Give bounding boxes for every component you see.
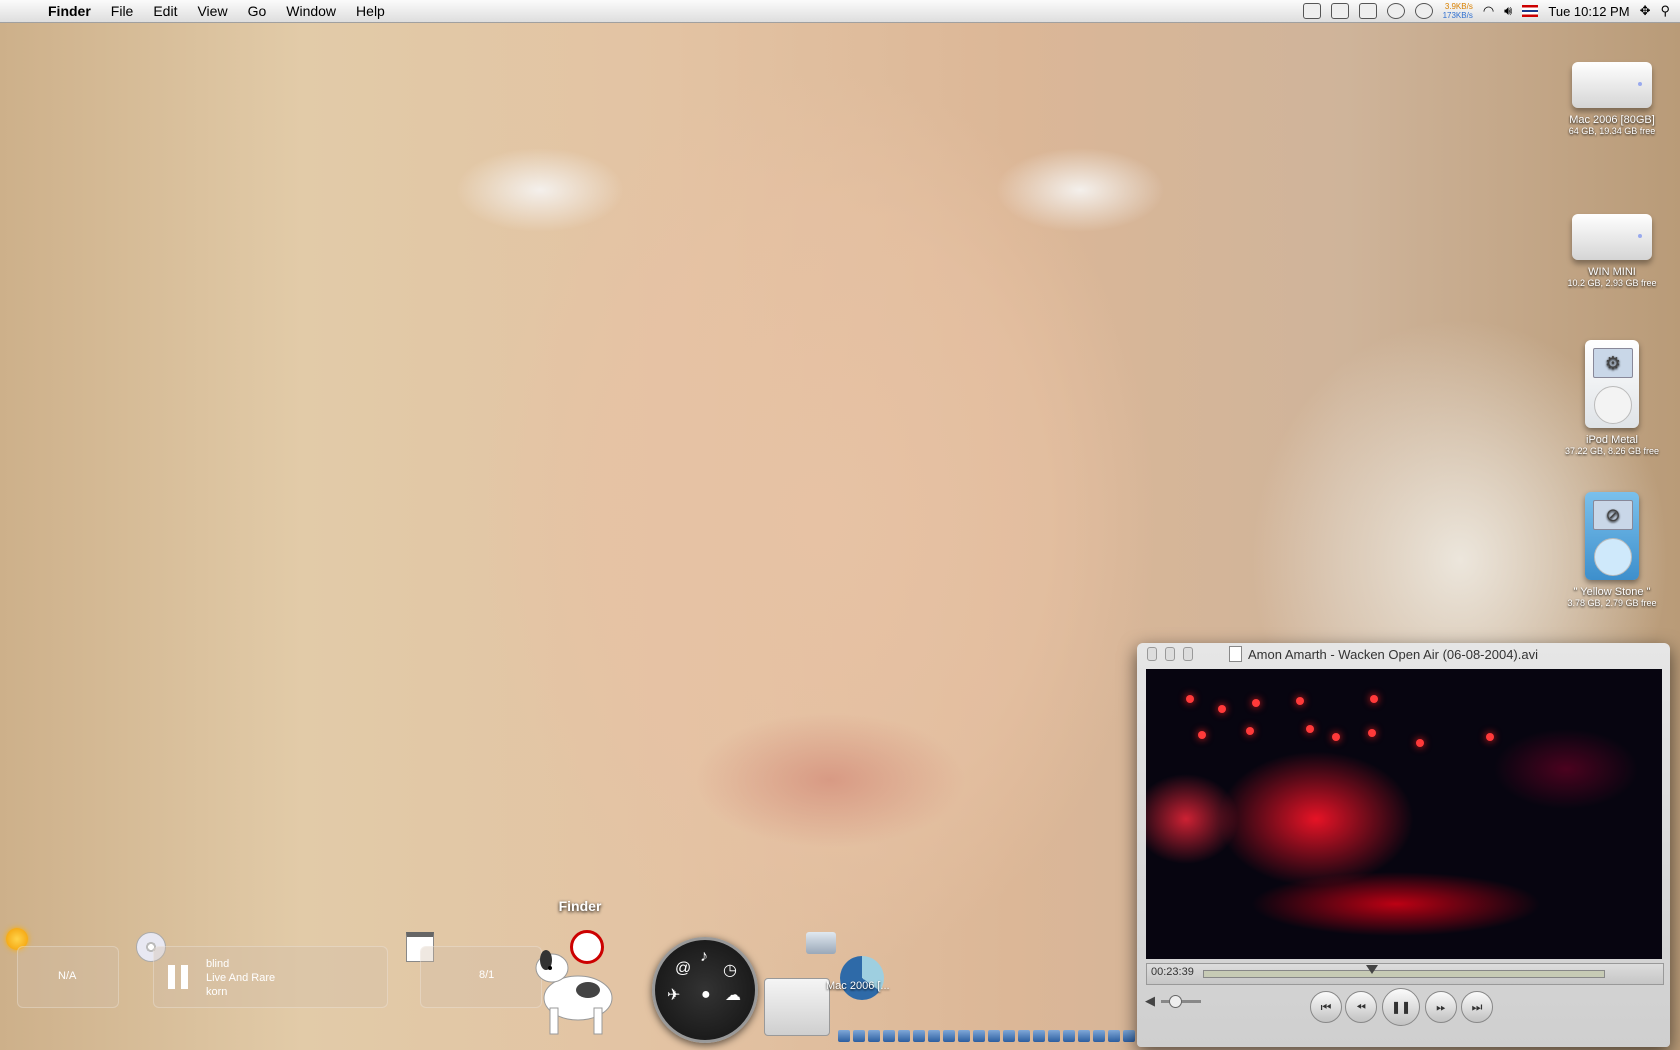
icon-label: WIN MINI	[1588, 266, 1636, 278]
close-button[interactable]	[1147, 647, 1157, 661]
menu-bar: Finder File Edit View Go Window Help 3.9…	[0, 0, 1680, 23]
input-flag-icon[interactable]	[1522, 5, 1539, 17]
desktop-icon-mac2006[interactable]: Mac 2006 [80GB] 64 GB, 19.34 GB free	[1547, 62, 1677, 136]
menu-file[interactable]: File	[101, 3, 144, 19]
zoom-button[interactable]	[1183, 647, 1193, 661]
pause-button[interactable]: ❚❚	[1382, 988, 1420, 1026]
menu-extra-network-icon[interactable]	[1358, 3, 1377, 19]
minimize-button[interactable]	[1165, 647, 1175, 661]
video-player-window: Amon Amarth - Wacken Open Air (06-08-200…	[1137, 643, 1670, 1047]
dock-app-icon[interactable]	[958, 1030, 970, 1042]
album-name: Live And Rare	[206, 972, 276, 984]
itunes-widget: blind Live And Rare korn	[153, 946, 388, 1008]
weather-temp: N/A	[58, 970, 77, 982]
speaker-icon: ◀︎	[1145, 993, 1155, 1008]
volume-slider[interactable]	[1161, 995, 1201, 1008]
dock-app-icon[interactable]	[898, 1030, 910, 1042]
menu-extra-circle-icon[interactable]	[1386, 3, 1405, 19]
menu-extra-chat-icon[interactable]	[1414, 3, 1433, 19]
menu-help[interactable]: Help	[346, 3, 395, 19]
desktop-icon-yellow-stone[interactable]: ⊘ " Yellow Stone " 3.78 GB, 2.79 GB free	[1547, 492, 1677, 608]
dock-app-icon[interactable]	[1003, 1030, 1015, 1042]
spotlight-icon[interactable]: ⚲	[1660, 3, 1670, 19]
timecode: 00:23:39	[1151, 966, 1194, 978]
ipod-icon: ⚙	[1585, 340, 1639, 428]
desktop-icon-win-mini[interactable]: WIN MINI 10.2 GB, 2.93 GB free	[1547, 214, 1677, 288]
hard-drive-icon	[1572, 214, 1652, 260]
dock-app-icon[interactable]	[928, 1030, 940, 1042]
window-title-text: Amon Amarth - Wacken Open Air (06-08-200…	[1248, 646, 1538, 662]
dock-tooltip-finder: Finder	[558, 898, 602, 914]
scrubber-playhead[interactable]	[1366, 965, 1378, 974]
ipod-mini-icon: ⊘	[1585, 492, 1639, 580]
dashboard-icon[interactable]: @ ♪ ◷ ✈ ☁ ●	[652, 937, 758, 1043]
icon-label: Mac 2006 [80GB]	[1569, 114, 1655, 126]
document-icon	[1229, 646, 1242, 662]
dock-app-icon[interactable]	[853, 1030, 865, 1042]
concert-stage-video	[1146, 669, 1662, 959]
menu-finder[interactable]: Finder	[38, 3, 101, 19]
calendar-widget[interactable]: 8/1	[420, 946, 542, 1008]
icon-sublabel: 37.22 GB, 8.26 GB free	[1564, 446, 1660, 456]
dock-app-icon[interactable]	[973, 1030, 985, 1042]
window-title: Amon Amarth - Wacken Open Air (06-08-200…	[1229, 646, 1538, 662]
skip-forward-button[interactable]: ⏭︎	[1461, 991, 1493, 1023]
wifi-icon[interactable]: ◠	[1483, 3, 1494, 19]
dock-app-icon[interactable]	[868, 1030, 880, 1042]
dock-app-icon[interactable]	[988, 1030, 1000, 1042]
volume-icon[interactable]: 🔊︎	[1504, 3, 1512, 19]
net-download: 173KB/s	[1442, 11, 1473, 20]
dock-app-icon[interactable]	[1018, 1030, 1030, 1042]
dock-drive-icon[interactable]	[806, 932, 836, 954]
disk-usage-pie-icon[interactable]	[840, 956, 884, 1000]
menu-window[interactable]: Window	[276, 3, 346, 19]
window-titlebar[interactable]: Amon Amarth - Wacken Open Air (06-08-200…	[1137, 643, 1670, 665]
playback-bar: 00:23:39	[1146, 963, 1664, 985]
icon-sublabel: 64 GB, 19.34 GB free	[1568, 126, 1656, 136]
net-upload: 3.9KB/s	[1444, 2, 1473, 11]
dock-app-icon[interactable]	[1033, 1030, 1045, 1042]
icon-label: iPod Metal	[1586, 434, 1638, 446]
dock-app-icon[interactable]	[943, 1030, 955, 1042]
fast-forward-button[interactable]: ⏩︎	[1425, 991, 1457, 1023]
dock-app-icon[interactable]	[1108, 1030, 1120, 1042]
weather-widget[interactable]: N/A	[17, 946, 119, 1008]
alarm-clock-icon[interactable]	[570, 930, 604, 964]
scrubber[interactable]	[1203, 965, 1605, 978]
pause-icon[interactable]	[168, 965, 190, 989]
clock[interactable]: Tue 10:12 PM	[1548, 4, 1629, 19]
dock-app-icon[interactable]	[883, 1030, 895, 1042]
dock-app-icon[interactable]	[913, 1030, 925, 1042]
dock-drive-label: Mac 2006 [...	[826, 980, 890, 992]
menu-go[interactable]: Go	[238, 3, 277, 19]
calendar-date: 8/1	[479, 969, 495, 981]
icon-sublabel: 10.2 GB, 2.93 GB free	[1567, 278, 1657, 288]
rewind-button[interactable]: ⏪︎	[1345, 991, 1377, 1023]
desktop-icon-ipod-metal[interactable]: ⚙ iPod Metal 37.22 GB, 8.26 GB free	[1547, 340, 1677, 456]
window-controls	[1147, 647, 1193, 661]
system-preferences-icon[interactable]	[764, 978, 830, 1036]
dock-app-icon[interactable]	[1063, 1030, 1075, 1042]
menu-extras: 3.9KB/s 173KB/s ◠ 🔊︎ Tue 10:12 PM ✥ ⚲	[1302, 0, 1670, 22]
dock-app-icon[interactable]	[838, 1030, 850, 1042]
now-playing: blind Live And Rare korn	[206, 957, 275, 999]
menu-view[interactable]: View	[187, 3, 237, 19]
dock-app-icon[interactable]	[1123, 1030, 1135, 1042]
bluetooth-icon[interactable]: ✥	[1640, 3, 1651, 19]
track-name: blind	[206, 958, 230, 970]
network-speed[interactable]: 3.9KB/s 173KB/s	[1443, 2, 1473, 20]
video-frame[interactable]	[1146, 669, 1662, 959]
dock-app-icon[interactable]	[1093, 1030, 1105, 1042]
dock-app-icon[interactable]	[1048, 1030, 1060, 1042]
icon-sublabel: 3.78 GB, 2.79 GB free	[1567, 598, 1657, 608]
volume-knob[interactable]	[1169, 995, 1182, 1008]
skip-back-button[interactable]: ⏮︎	[1310, 991, 1342, 1023]
icon-label: " Yellow Stone "	[1573, 586, 1651, 598]
menu-edit[interactable]: Edit	[143, 3, 187, 19]
menu-extra-document-icon[interactable]	[1330, 3, 1349, 19]
hard-drive-icon	[1572, 62, 1652, 108]
artist-name: korn	[206, 986, 228, 998]
dock-app-icon[interactable]	[1078, 1030, 1090, 1042]
menu-extra-app-icon[interactable]	[1302, 3, 1321, 19]
